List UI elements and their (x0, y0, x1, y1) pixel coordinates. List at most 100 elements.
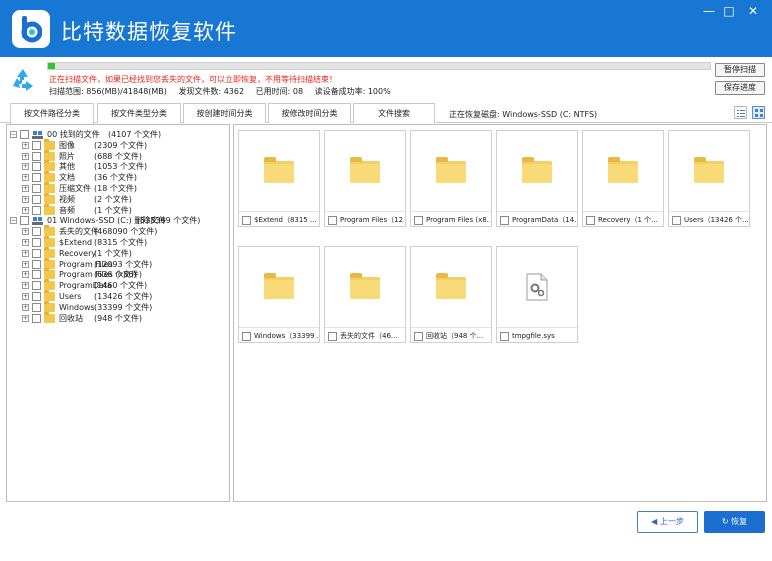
scan-progress-bar (47, 62, 711, 70)
file-card[interactable]: Program Files（12... (324, 130, 406, 227)
scan-message: 正在扫描文件，如果已经找到您丢失的文件，可以立即恢复，不用等待扫描结束！ (49, 75, 337, 84)
tree-checkbox[interactable] (32, 140, 41, 150)
tree-node[interactable]: −01 Windows-SSD (C:) 删除文件 (538369 个文件) (7, 215, 229, 226)
tree-node-name: 回收站 (59, 313, 83, 323)
tree-node[interactable]: − 00 找到的文件 (4107 个文件) (7, 129, 229, 140)
tree-checkbox[interactable] (20, 130, 29, 139)
pause-scan-button[interactable]: 暂停扫描 (715, 63, 765, 77)
tree-node[interactable]: + Users (13426 个文件) (7, 290, 229, 302)
tree-node[interactable]: + 回收站 (948 个文件) (7, 311, 229, 324)
tree-node[interactable]: + 音频 (1 个文件) (7, 203, 229, 216)
tab-by-path[interactable]: 按文件路径分类 (10, 103, 94, 124)
collapse-icon[interactable]: − (10, 217, 17, 225)
tree-checkbox[interactable] (32, 281, 41, 291)
expand-icon[interactable]: + (22, 195, 29, 203)
file-card[interactable]: Windows（33399 ... (238, 246, 320, 343)
folder-icon (44, 171, 55, 183)
expand-icon[interactable]: + (22, 206, 29, 214)
tree-checkbox[interactable] (32, 292, 41, 301)
tree-checkbox[interactable] (32, 248, 41, 258)
file-card[interactable]: 丢失的文件（46... (324, 246, 406, 343)
expand-icon[interactable]: + (22, 163, 29, 171)
scan-range: 扫描范围: 856(MB)/41848(MB) (49, 87, 167, 96)
tree-checkbox[interactable] (32, 259, 41, 269)
tree-node-name: 视频 (59, 194, 75, 204)
tree-checkbox[interactable] (32, 162, 41, 172)
file-checkbox[interactable] (500, 332, 509, 341)
tree-node-count: (1 个文件) (94, 248, 132, 258)
tree-node[interactable]: + Program Files (x86) (636 个文件) (7, 268, 229, 280)
tree-node[interactable]: + 文档 (36 个文件) (7, 171, 229, 183)
tab-file-search[interactable]: 文件搜索 (353, 103, 435, 123)
tree-checkbox[interactable] (32, 184, 41, 193)
tree-checkbox[interactable] (32, 173, 41, 183)
expand-icon[interactable]: + (22, 152, 29, 160)
tree-node[interactable]: + 压缩文件 (18 个文件) (7, 182, 229, 194)
tab-by-type[interactable]: 按文件类型分类 (97, 103, 181, 123)
file-checkbox[interactable] (242, 216, 251, 225)
file-thumbnail (497, 247, 577, 327)
file-card[interactable]: ProgramData（14... (496, 130, 578, 227)
expand-icon[interactable]: + (22, 260, 29, 268)
tree-node[interactable]: + $Extend (8315 个文件) (7, 236, 229, 248)
expand-icon[interactable]: + (22, 185, 29, 192)
tree-checkbox[interactable] (32, 151, 41, 161)
expand-icon[interactable]: + (22, 249, 29, 257)
tab-by-created[interactable]: 按创建时间分类 (183, 103, 266, 123)
file-card[interactable]: 回收站（948 个... (410, 246, 492, 343)
expand-icon[interactable]: + (22, 239, 29, 246)
maximize-button[interactable]: □ (718, 2, 740, 20)
collapse-icon[interactable]: − (10, 131, 17, 138)
tree-checkbox[interactable] (32, 302, 41, 312)
expand-icon[interactable]: + (22, 141, 29, 149)
expand-icon[interactable]: + (22, 314, 29, 322)
tree-node[interactable]: + Windows (33399 个文件) (7, 300, 229, 313)
file-checkbox[interactable] (672, 216, 681, 225)
folder-tree[interactable]: − 00 找到的文件 (4107 个文件) + 图像 (2309 个文件) + 照片 (688 … (6, 124, 230, 502)
file-checkbox[interactable] (414, 332, 423, 341)
tree-checkbox[interactable] (32, 238, 41, 247)
tree-checkbox[interactable] (20, 216, 29, 226)
file-checkbox[interactable] (328, 332, 337, 341)
save-progress-button[interactable]: 保存进度 (715, 81, 765, 95)
file-card[interactable]: tmpgfile.sys (496, 246, 578, 343)
file-checkbox[interactable] (328, 216, 337, 225)
file-checkbox[interactable] (242, 332, 251, 341)
folder-icon (264, 157, 294, 183)
file-checkbox[interactable] (586, 216, 595, 225)
expand-icon[interactable]: + (22, 228, 29, 236)
file-label: Users（13426 个... (684, 216, 748, 224)
grid-view-icon[interactable] (752, 106, 765, 119)
file-card[interactable]: $Extend（8315 ... (238, 130, 320, 227)
expand-icon[interactable]: + (22, 303, 29, 311)
tree-node[interactable]: + 图像 (2309 个文件) (7, 138, 229, 151)
tree-node[interactable]: + 照片 (688 个文件) (7, 149, 229, 162)
tree-node[interactable]: + 视频 (2 个文件) (7, 192, 229, 205)
folder-icon (44, 225, 55, 237)
close-button[interactable]: ✕ (742, 2, 764, 20)
previous-step-button[interactable]: ◀ 上一步 (637, 511, 698, 533)
tree-checkbox[interactable] (32, 205, 41, 215)
expand-icon[interactable]: + (22, 293, 29, 300)
expand-icon[interactable]: + (22, 271, 29, 279)
tree-node[interactable]: + 其他 (1053 个文件) (7, 160, 229, 172)
tree-checkbox[interactable] (32, 270, 41, 280)
tab-by-modified[interactable]: 按修改时间分类 (268, 103, 351, 123)
tree-checkbox[interactable] (32, 313, 41, 323)
tree-checkbox[interactable] (32, 194, 41, 204)
file-checkbox[interactable] (414, 216, 423, 225)
file-card[interactable]: Program Files (x8... (410, 130, 492, 227)
expand-icon[interactable]: + (22, 174, 29, 182)
minimize-button[interactable]: — (698, 2, 720, 20)
file-checkbox[interactable] (500, 216, 509, 225)
recover-button[interactable]: ↻ 恢复 (704, 511, 765, 533)
tree-node[interactable]: + Recovery (1 个文件) (7, 246, 229, 259)
tree-node[interactable]: + 丢失的文件 (468090 个文件) (7, 225, 229, 237)
list-view-icon[interactable] (734, 106, 747, 119)
tree-node[interactable]: + ProgramData (1460 个文件) (7, 279, 229, 291)
tree-checkbox[interactable] (32, 227, 41, 237)
expand-icon[interactable]: + (22, 282, 29, 290)
tree-node[interactable]: + Program Files (12093 个文件) (7, 257, 229, 270)
file-card[interactable]: Users（13426 个... (668, 130, 750, 227)
file-card[interactable]: Recovery（1 个... (582, 130, 664, 227)
